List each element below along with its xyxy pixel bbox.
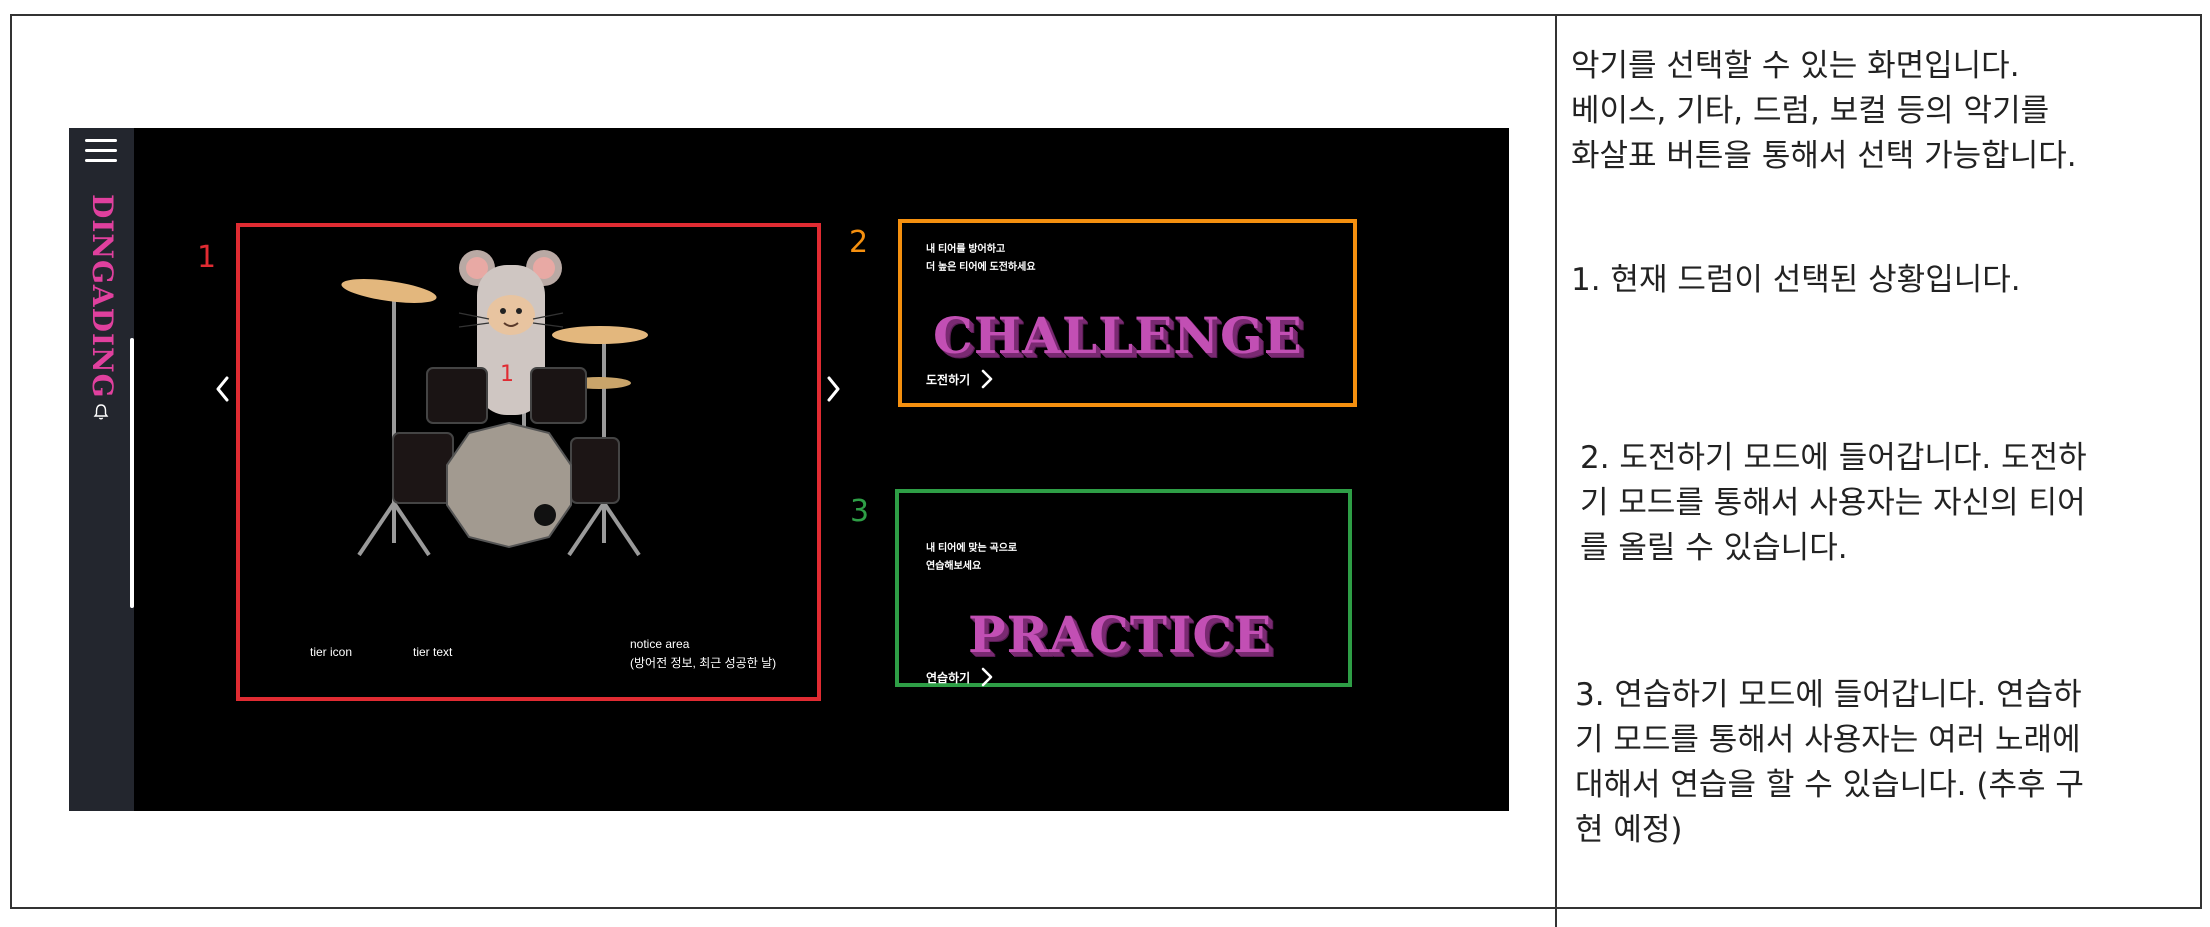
challenge-button-label: 도전하기 [926,372,971,387]
tier-icon-placeholder: tier icon [310,645,353,659]
notes-item-3: 3. 연습하기 모드에 들어갑니다. 연습하 기 모드를 통해서 사용자는 여러… [1575,673,2187,853]
notes-item-2-line: 기 모드를 통해서 사용자는 자신의 티어 [1580,485,2086,521]
bell-icon[interactable] [91,402,111,422]
frame-right-border [2200,14,2202,909]
drum-selected-marker: 1 [500,362,514,387]
hamburger-menu-icon[interactable] [85,139,117,165]
practice-button[interactable]: 연습하기 [926,666,994,688]
notice-area-title: notice area [630,637,690,651]
practice-title: PRACTICE [968,605,1273,664]
notes-intro-line: 악기를 선택할 수 있는 화면입니다. [1571,48,2020,84]
notes-item-3-line: 3. 연습하기 모드에 들어갑니다. 연습하 [1575,677,2082,713]
practice-subtitle-1: 내 티어에 맞는 곡으로 [926,543,1018,554]
notes-item-1-text: 1. 현재 드럼이 선택된 상황입니다. [1571,262,2021,298]
annotation-number-3: 3 [850,494,870,529]
notes-item-2-line: 2. 도전하기 모드에 들어갑니다. 도전하 [1580,440,2087,476]
challenge-subtitle-1: 내 티어를 방어하고 [926,244,1006,255]
app-screenshot: DINGADING 1 1 tier icon tier text notice… [69,128,1509,811]
notes-intro-line: 화살표 버튼을 통해서 선택 가능합니다. [1571,138,2077,174]
frame-left-border [10,14,12,909]
notes-intro: 악기를 선택할 수 있는 화면입니다. 베이스, 기타, 드럼, 보컬 등의 악… [1571,44,2183,179]
sidebar: DINGADING [69,128,134,811]
brand-logo: DINGADING [86,194,119,399]
practice-subtitle-2: 연습해보세요 [926,561,982,572]
drum-kit-illustration[interactable] [309,243,709,583]
scroll-indicator[interactable] [130,338,134,608]
challenge-title: CHALLENGE [933,306,1303,365]
chevron-right-icon [981,369,993,389]
notes-item-3-line: 대해서 연습을 할 수 있습니다. (추후 구 [1575,767,2084,803]
frame-top-border [10,14,2202,16]
notes-item-2: 2. 도전하기 모드에 들어갑니다. 도전하 기 모드를 통해서 사용자는 자신… [1580,436,2192,571]
annotation-number-2: 2 [849,225,869,260]
chevron-right-icon [981,667,993,687]
tier-text-placeholder: tier text [413,645,453,659]
notes-item-2-line: 를 올릴 수 있습니다. [1580,530,1848,566]
notice-area-description: (방어전 정보, 최근 성공한 날) [630,656,777,670]
notes-item-1: 1. 현재 드럼이 선택된 상황입니다. [1571,258,2183,303]
notes-item-3-line: 현 예정) [1575,812,1683,848]
frame-column-divider [1555,14,1557,927]
chevron-left-icon[interactable] [211,371,235,407]
challenge-subtitle-2: 더 높은 티어에 도전하세요 [926,262,1036,273]
chevron-right-icon[interactable] [821,371,845,407]
notes-intro-line: 베이스, 기타, 드럼, 보컬 등의 악기를 [1571,93,2050,129]
notes-item-3-line: 기 모드를 통해서 사용자는 여러 노래에 [1575,722,2081,758]
annotation-number-1: 1 [197,240,217,275]
challenge-button[interactable]: 도전하기 [926,368,994,390]
frame-bottom-border [10,907,2202,909]
practice-button-label: 연습하기 [926,670,971,685]
